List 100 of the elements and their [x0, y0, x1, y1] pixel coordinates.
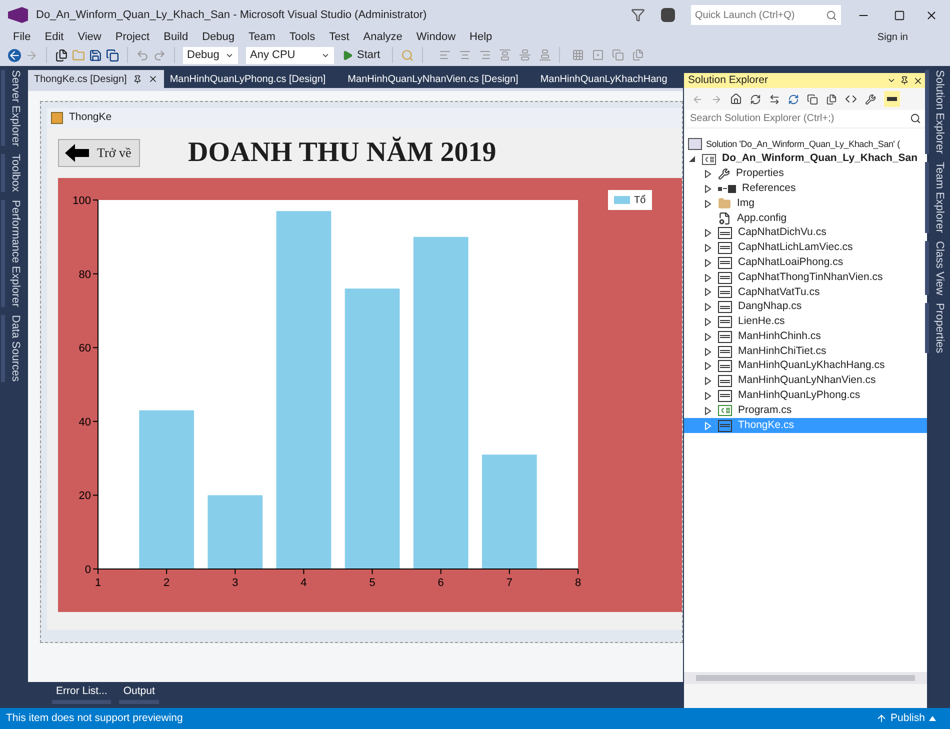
collapsed-arrow-icon[interactable]	[704, 303, 712, 312]
back-button[interactable]: Trở về	[58, 139, 140, 167]
side-tab[interactable]: Team Explorer	[924, 162, 950, 233]
y-tick-label: 40	[78, 416, 91, 428]
wrench-icon[interactable]	[865, 94, 876, 104]
tree-item[interactable]: ManHinhQuanLyPhong.cs	[684, 388, 927, 404]
tree-item[interactable]: App.config	[684, 210, 927, 226]
side-tab[interactable]: Class View	[924, 240, 950, 295]
collapsed-arrow-icon[interactable]	[704, 362, 712, 370]
close-icon[interactable]	[925, 8, 938, 22]
sign-in-link[interactable]: Sign in	[877, 30, 908, 44]
save-all-icon[interactable]	[106, 48, 119, 62]
preview-toggle-icon[interactable]	[884, 91, 900, 107]
menu-item[interactable]: Help	[462, 28, 500, 46]
maximize-icon[interactable]	[894, 10, 905, 20]
collapse-icon[interactable]	[807, 94, 818, 104]
code-icon[interactable]	[845, 93, 857, 105]
refresh-icon[interactable]	[788, 94, 799, 104]
collapsed-arrow-icon[interactable]	[704, 170, 712, 178]
filter-icon[interactable]	[631, 8, 645, 22]
tree-item-label: Solution 'Do_An_Winform_Quan_Ly_Khach_San' (	[706, 138, 900, 151]
tree-item[interactable]: ManHinhChinh.cs	[684, 329, 927, 344]
tree-item[interactable]: ManHinhQuanLyKhachHang.cs	[684, 358, 927, 374]
menu-item[interactable]: Analyze	[356, 28, 410, 46]
new-project-icon[interactable]	[55, 48, 68, 62]
menu-item[interactable]: Tools	[282, 28, 322, 46]
tree-item[interactable]: Properties	[684, 166, 927, 182]
tree-item-label: ManHinhChiTiet.cs	[738, 344, 826, 359]
panel-tab[interactable]: Error List...	[52, 684, 112, 704]
quick-launch-field[interactable]: Quick Launch (Ctrl+Q)	[691, 5, 841, 25]
y-tick-label: 60	[78, 342, 91, 355]
tree-item-label: Program.cs	[738, 402, 792, 418]
tree-item[interactable]: CapNhatVatTu.cs	[684, 284, 927, 300]
tree-item[interactable]: References	[684, 181, 927, 196]
document-tab[interactable]: ManHinhQuanLyNhanVien.cs [Design]	[342, 70, 534, 88]
side-tab[interactable]: Properties	[924, 302, 950, 354]
window-title: Do_An_Winform_Quan_Ly_Khach_San - Microsoft Visual Studio (Administrator)	[36, 8, 427, 23]
collapsed-arrow-icon[interactable]	[704, 229, 712, 238]
collapsed-arrow-icon[interactable]	[704, 377, 712, 386]
tree-item[interactable]: CapNhatLichLamViec.cs	[684, 240, 927, 256]
collapsed-arrow-icon[interactable]	[704, 200, 712, 208]
expanded-arrow-icon[interactable]	[688, 155, 696, 164]
collapsed-arrow-icon[interactable]	[704, 288, 712, 296]
menu-item[interactable]: View	[70, 28, 108, 46]
tree-item-label: ManHinhChinh.cs	[738, 328, 821, 344]
document-tab[interactable]: ManHinhQuanLyPhong.cs [Design]	[164, 70, 342, 88]
menu-item[interactable]: File	[6, 28, 38, 46]
tree-item[interactable]: CapNhatThongTinNhanVien.cs	[684, 270, 927, 285]
publish-button[interactable]: Publish	[876, 710, 936, 726]
collapsed-arrow-icon[interactable]	[704, 392, 712, 400]
back-icon[interactable]	[8, 48, 21, 62]
menu-item[interactable]: Test	[322, 28, 356, 46]
tree-item[interactable]: Do_An_Winform_Quan_Ly_Khach_San	[684, 152, 927, 167]
panel-title: Solution Explorer	[688, 72, 769, 88]
close-icon[interactable]	[148, 74, 158, 84]
menu-item[interactable]: Debug	[195, 28, 242, 46]
dropdown-caret-icon[interactable]	[887, 76, 896, 85]
panel-tab[interactable]: Output	[119, 684, 159, 704]
tree-item-label: LienHe.cs	[738, 314, 785, 330]
show-files-icon[interactable]	[826, 94, 837, 104]
platform-dropdown[interactable]: Any CPU	[246, 46, 334, 64]
tree-item[interactable]: Solution 'Do_An_Winform_Quan_Ly_Khach_San' (	[684, 137, 927, 152]
collapsed-arrow-icon[interactable]	[704, 348, 712, 356]
menu-item[interactable]: Window	[409, 28, 463, 46]
tree-item[interactable]: CapNhatDichVu.cs	[684, 226, 927, 241]
tree-item[interactable]: CapNhatLoaiPhong.cs	[684, 255, 927, 270]
status-message: This item does not support previewing	[6, 710, 184, 726]
save-icon[interactable]	[89, 48, 102, 62]
collapsed-arrow-icon[interactable]	[704, 318, 712, 326]
collapsed-arrow-icon[interactable]	[704, 244, 712, 252]
configuration-dropdown[interactable]: Debug	[183, 46, 238, 64]
document-tab[interactable]: ManHinhQuanLyKhachHang	[534, 70, 684, 88]
pin-icon[interactable]	[900, 76, 909, 85]
tree-item-label: CapNhatDichVu.cs	[738, 225, 826, 240]
document-tab[interactable]: ThongKe.cs [Design]	[28, 70, 164, 88]
collapsed-arrow-icon[interactable]	[704, 406, 712, 415]
collapsed-arrow-icon[interactable]	[704, 184, 712, 193]
collapsed-arrow-icon[interactable]	[704, 274, 712, 282]
tree-item[interactable]: DangNhap.cs	[684, 300, 927, 315]
collapsed-arrow-icon[interactable]	[704, 332, 712, 341]
form-file-icon	[718, 360, 732, 372]
wrench-icon	[718, 168, 730, 180]
side-tab[interactable]: Solution Explorer	[924, 70, 950, 154]
collapsed-arrow-icon[interactable]	[704, 258, 712, 267]
menu-item[interactable]: Project	[108, 28, 157, 46]
tree-item[interactable]: ManHinhQuanLyNhanVien.cs	[684, 374, 927, 389]
menu-item[interactable]: Edit	[38, 28, 71, 46]
pin-icon[interactable]	[132, 74, 142, 84]
tree-item[interactable]: Program.cs	[684, 403, 927, 418]
tree-item[interactable]: ManHinhChiTiet.cs	[684, 344, 927, 359]
menu-item[interactable]: Team	[242, 28, 282, 46]
tree-item[interactable]: Img	[684, 196, 927, 211]
close-icon[interactable]	[913, 76, 923, 86]
search-field[interactable]: Search Solution Explorer (Ctrl+;)	[686, 110, 925, 127]
start-button[interactable]: Start	[338, 46, 384, 64]
home-icon[interactable]	[730, 93, 742, 105]
sync-icon[interactable]	[769, 94, 780, 104]
tree-item-label: App.config	[737, 210, 787, 226]
menu-item[interactable]: Build	[156, 28, 196, 46]
tree-item[interactable]: LienHe.cs	[684, 314, 927, 330]
